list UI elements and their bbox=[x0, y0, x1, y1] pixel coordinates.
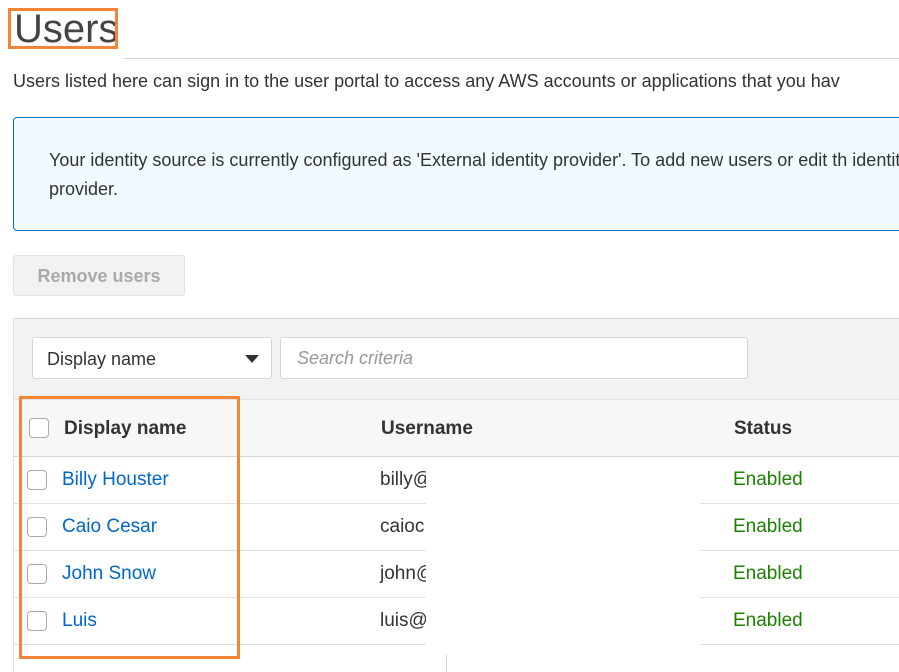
username-cell: billy@ bbox=[380, 469, 433, 490]
username-cell: luis@ bbox=[380, 610, 428, 631]
title-highlight-box bbox=[8, 8, 118, 49]
status-cell: Enabled bbox=[733, 469, 803, 490]
identity-source-info-box: Your identity source is currently config… bbox=[13, 117, 899, 231]
status-cell: Enabled bbox=[733, 563, 803, 584]
page-description: Users listed here can sign in to the use… bbox=[13, 71, 840, 91]
display-name-column-highlight-box bbox=[19, 396, 240, 659]
remove-users-button[interactable]: Remove users bbox=[13, 255, 185, 296]
filter-bar: Display name bbox=[14, 319, 899, 399]
title-divider bbox=[124, 58, 899, 59]
status-cell: Enabled bbox=[733, 610, 803, 631]
column-header-status[interactable]: Status bbox=[734, 418, 792, 440]
column-header-username[interactable]: Username bbox=[381, 418, 473, 440]
footer-divider bbox=[446, 655, 447, 672]
status-cell: Enabled bbox=[733, 516, 803, 537]
users-page: Users Users listed here can sign in to t… bbox=[0, 0, 899, 672]
filter-attribute-label: Display name bbox=[47, 349, 157, 369]
filter-attribute-select[interactable]: Display name bbox=[32, 337, 272, 379]
search-input[interactable] bbox=[280, 337, 748, 379]
caret-down-icon bbox=[245, 355, 259, 363]
redaction-overlay bbox=[426, 458, 700, 648]
info-box-text: Your identity source is currently config… bbox=[49, 150, 899, 199]
username-cell: caioc bbox=[380, 516, 425, 537]
